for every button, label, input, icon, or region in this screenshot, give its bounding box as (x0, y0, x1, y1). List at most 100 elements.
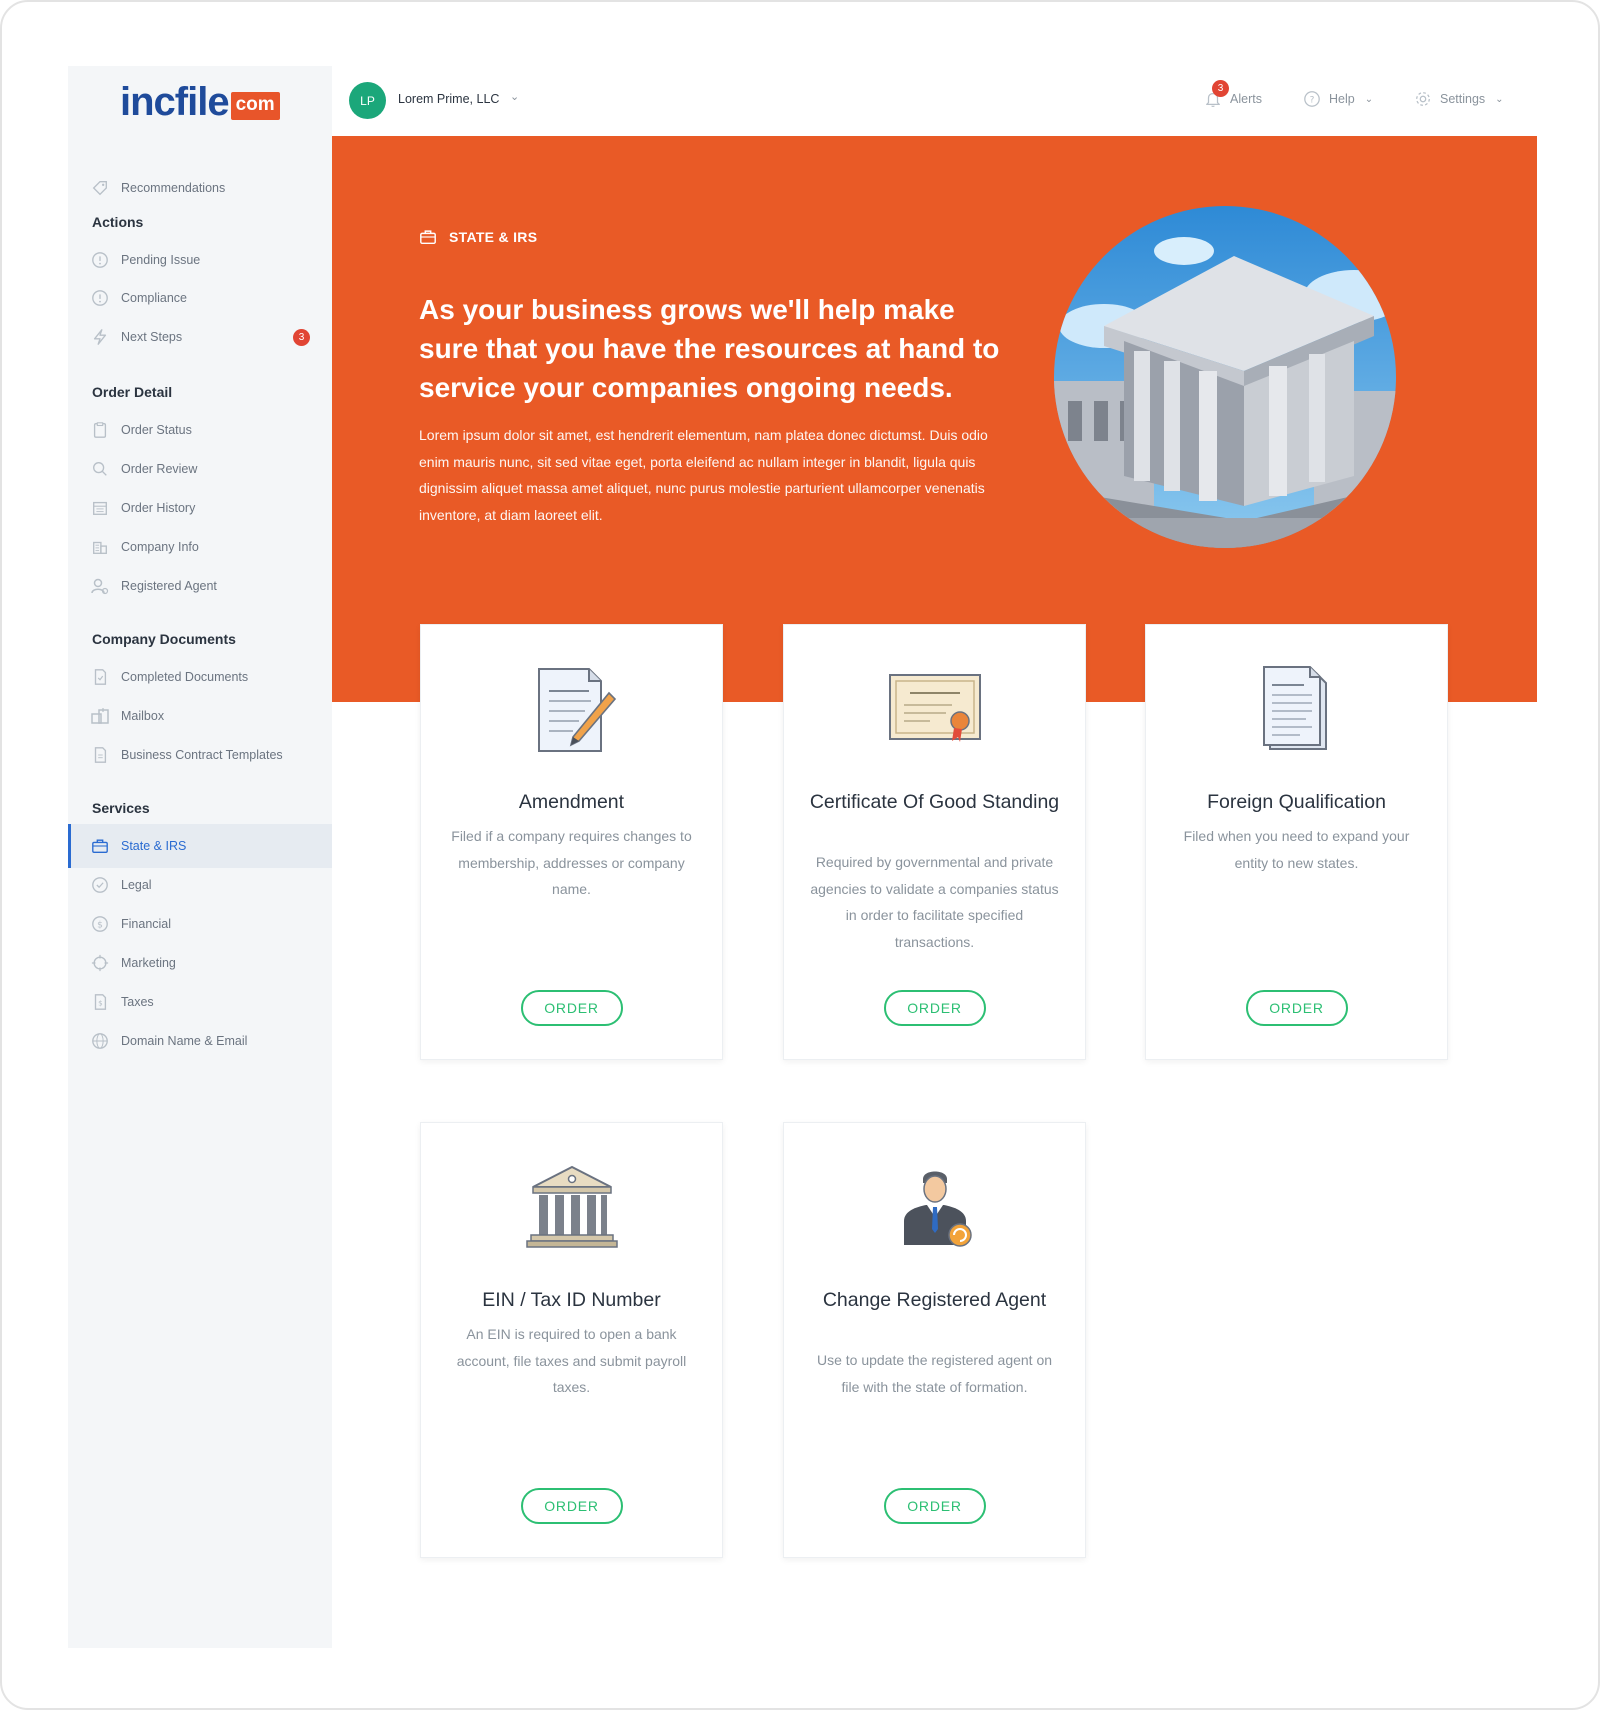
hero-eyebrow: STATE & IRS (419, 228, 537, 246)
sidebar-item-label: Order History (121, 501, 196, 515)
sidebar-item-domain-name-email[interactable]: Domain Name & Email (68, 1019, 332, 1063)
card-description: Filed when you need to expand your entit… (1183, 828, 1410, 871)
briefcase-icon (420, 230, 436, 245)
calendar-icon (90, 498, 110, 518)
sidebar: incfile com Recommendations Actions Pend… (68, 66, 332, 1648)
service-card-ein-tax-id: EIN / Tax ID Number An EIN is required t… (420, 1122, 723, 1558)
card-description: Required by governmental and private age… (810, 854, 1059, 950)
sidebar-item-state-irs[interactable]: State & IRS (68, 824, 332, 868)
sidebar-item-order-status[interactable]: Order Status (68, 408, 332, 452)
chevron-down-icon[interactable]: ⌄ (510, 90, 519, 103)
gear-icon (1414, 90, 1432, 108)
sidebar-item-label: Marketing (121, 956, 176, 970)
target-icon (90, 953, 110, 973)
document-pencil-icon (517, 665, 627, 755)
tag-icon (90, 178, 110, 198)
change-agent-order-button[interactable]: ORDER (883, 1488, 986, 1524)
svg-text:?: ? (1310, 96, 1315, 106)
question-circle-icon: ? (1303, 90, 1321, 108)
document-check-icon (90, 667, 110, 687)
ein-order-button[interactable]: ORDER (520, 1488, 623, 1524)
documents-icon (1242, 665, 1352, 755)
section-heading-actions: Actions (92, 214, 144, 230)
card-description: An EIN is required to open a bank accoun… (456, 1326, 687, 1395)
help-label: Help (1329, 92, 1355, 106)
sidebar-item-label: Mailbox (121, 709, 165, 723)
logo-wordmark: incfile (120, 80, 230, 124)
sidebar-item-label: Recommendations (121, 181, 226, 195)
sidebar-item-business-contract-templates[interactable]: Business Contract Templates (68, 733, 332, 777)
alerts-label: Alerts (1230, 92, 1262, 106)
sidebar-item-label: Domain Name & Email (121, 1034, 248, 1048)
globe-icon (90, 1031, 110, 1051)
settings-label: Settings (1440, 92, 1486, 106)
sidebar-item-completed-documents[interactable]: Completed Documents (68, 655, 332, 699)
hero-body: Lorem ipsum dolor sit amet, est hendreri… (419, 427, 988, 523)
government-building-illustration (1054, 206, 1396, 548)
sidebar-item-taxes[interactable]: $ Taxes (68, 980, 332, 1024)
settings-menu[interactable]: Settings ⌄ (1414, 90, 1504, 108)
search-icon (90, 459, 110, 479)
shield-check-icon (90, 875, 110, 895)
incfile-logo[interactable]: incfile com (120, 80, 280, 124)
sidebar-item-label: Order Review (121, 462, 198, 476)
sidebar-item-label: Registered Agent (121, 579, 217, 593)
sidebar-item-recommendations[interactable]: Recommendations (68, 166, 332, 210)
sidebar-item-next-steps[interactable]: Next Steps 3 (68, 315, 332, 359)
clipboard-icon (90, 420, 110, 440)
sidebar-item-label: Compliance (121, 291, 188, 305)
sidebar-item-label: Next Steps (121, 330, 183, 344)
company-switcher-label[interactable]: Lorem Prime, LLC (398, 92, 499, 106)
hero-eyebrow-label: STATE & IRS (449, 229, 538, 245)
sidebar-item-label: Completed Documents (121, 670, 249, 684)
logo-com-badge: com (230, 92, 280, 120)
section-heading-order-detail: Order Detail (92, 384, 173, 400)
agent-person-icon (880, 1163, 990, 1253)
svg-text:$: $ (98, 999, 103, 1008)
sidebar-item-company-info[interactable]: Company Info (68, 525, 332, 569)
card-title: Foreign Qualification (1207, 791, 1386, 813)
sidebar-item-order-review[interactable]: Order Review (68, 447, 332, 491)
section-heading-services: Services (92, 800, 150, 816)
service-card-change-registered-agent: Change Registered Agent Use to update th… (783, 1122, 1086, 1558)
mailbox-icon (90, 706, 110, 726)
top-bar: LP Lorem Prime, LLC ⌄ Alerts 3 ? Help ⌄ … (332, 66, 1537, 136)
alert-circle-icon (90, 288, 110, 308)
sidebar-item-legal[interactable]: Legal (68, 863, 332, 907)
svg-text:$: $ (97, 921, 103, 931)
certificate-order-button[interactable]: ORDER (883, 990, 986, 1026)
amendment-order-button[interactable]: ORDER (520, 990, 623, 1026)
sidebar-item-registered-agent[interactable]: Registered Agent (68, 564, 332, 608)
building-icon (90, 537, 110, 557)
dollar-circle-icon: $ (90, 914, 110, 934)
alerts-count-badge: 3 (1212, 80, 1229, 97)
sidebar-item-mailbox[interactable]: Mailbox (68, 694, 332, 738)
sidebar-item-marketing[interactable]: Marketing (68, 941, 332, 985)
help-menu[interactable]: ? Help ⌄ (1303, 90, 1373, 108)
card-title: EIN / Tax ID Number (482, 1289, 661, 1311)
hero-title: As your business grows we'll help make s… (419, 294, 1000, 403)
sidebar-item-compliance[interactable]: Compliance (68, 276, 332, 320)
app-frame: incfile com Recommendations Actions Pend… (0, 0, 1600, 1710)
sidebar-item-financial[interactable]: $ Financial (68, 902, 332, 946)
chevron-down-icon: ⌄ (1364, 93, 1374, 105)
sidebar-item-label: Financial (121, 917, 172, 931)
sidebar-item-label: Business Contract Templates (121, 748, 283, 762)
user-icon (90, 576, 110, 596)
foreign-qualification-order-button[interactable]: ORDER (1245, 990, 1348, 1026)
section-heading-company-documents: Company Documents (92, 631, 236, 647)
hero-banner: STATE & IRS As your business grows we'll… (332, 136, 1537, 702)
alert-circle-icon (90, 250, 110, 270)
company-avatar[interactable]: LP (349, 82, 386, 119)
briefcase-icon (90, 836, 110, 856)
sidebar-item-label: Taxes (121, 995, 154, 1009)
sidebar-item-label: Legal (121, 878, 152, 892)
sidebar-item-order-history[interactable]: Order History (68, 486, 332, 530)
bank-building-icon (517, 1163, 627, 1253)
card-title: Amendment (518, 791, 625, 813)
document-icon (90, 745, 110, 765)
lightning-icon (90, 327, 110, 347)
card-description: Use to update the registered agent on fi… (816, 1352, 1053, 1395)
chevron-down-icon: ⌄ (1495, 93, 1504, 105)
service-card-certificate-good-standing: Certificate Of Good Standing Required by… (783, 624, 1086, 1060)
